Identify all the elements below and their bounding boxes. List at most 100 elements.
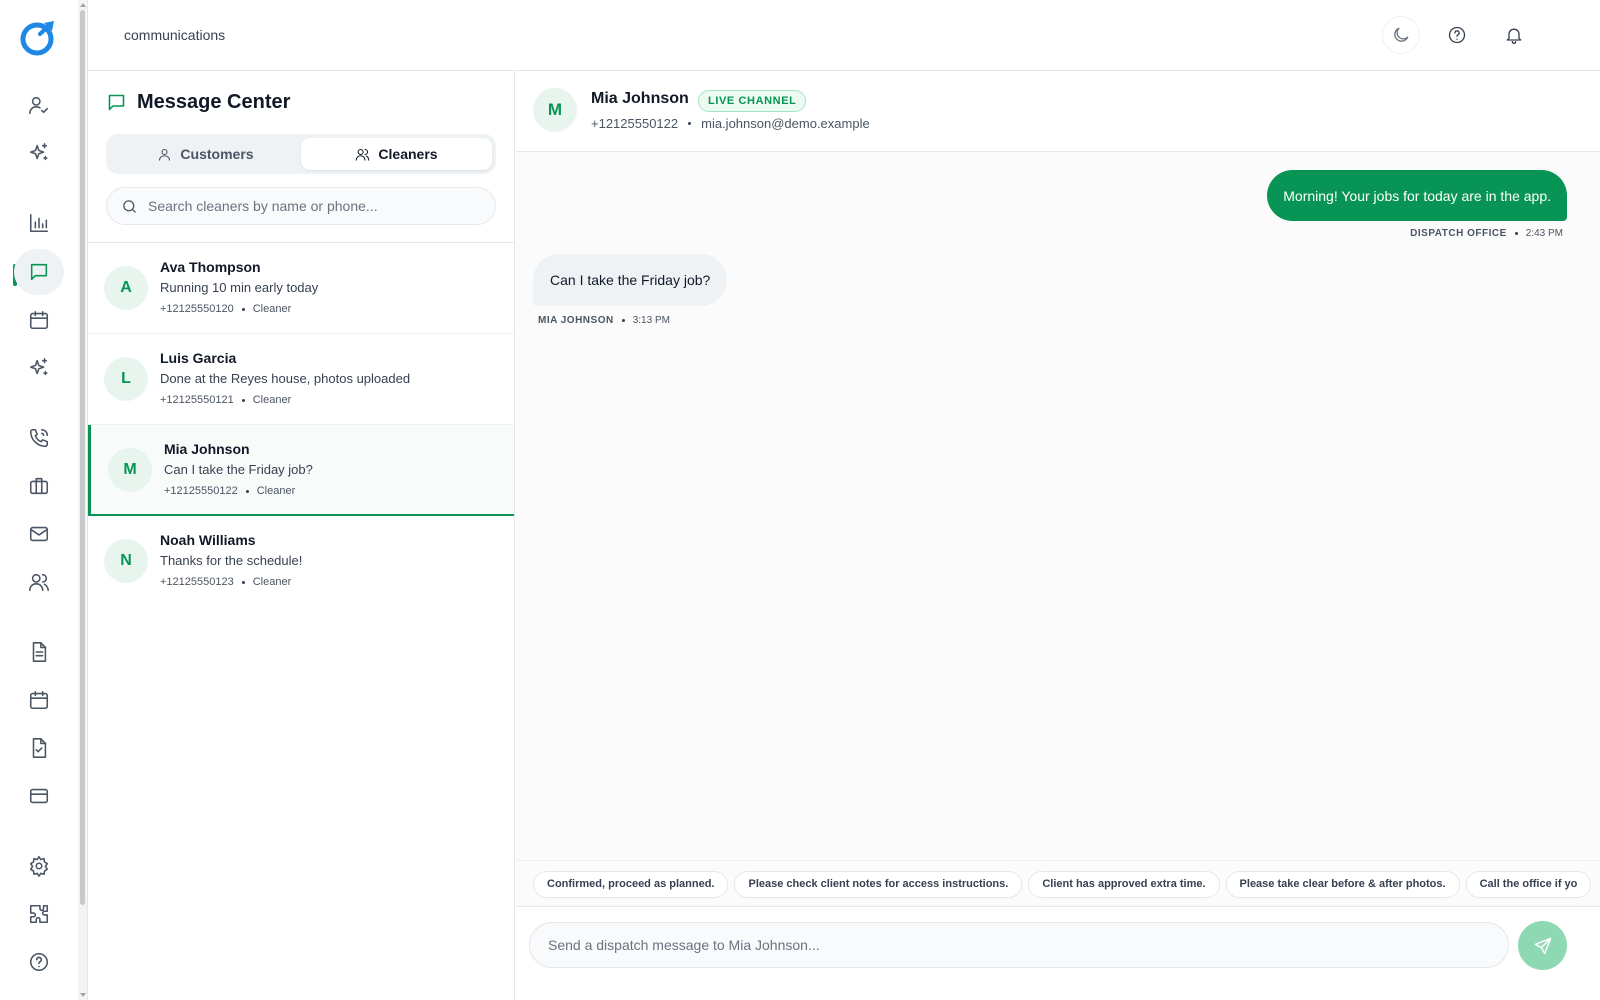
contact-last-message: Done at the Reyes house, photos uploaded	[160, 371, 411, 386]
help-button[interactable]	[1438, 16, 1476, 54]
credit-card-icon	[29, 788, 49, 804]
message-icon	[108, 94, 125, 111]
scrollbar-thumb[interactable]	[80, 10, 85, 905]
users-icon	[356, 148, 370, 161]
rail-checklists-button[interactable]	[14, 725, 64, 771]
rail-mail-button[interactable]	[14, 511, 64, 557]
scroll-up-arrow-icon[interactable]	[80, 3, 86, 7]
send-button[interactable]	[1518, 921, 1567, 970]
separator-dot	[688, 122, 692, 125]
quick-reply-chip[interactable]: Confirmed, proceed as planned.	[533, 871, 729, 898]
rail-schedule-button[interactable]	[14, 297, 64, 343]
clipboard-check-icon	[32, 738, 47, 758]
separator-dot	[241, 307, 245, 311]
sparkles-icon	[29, 143, 48, 161]
message-input[interactable]	[529, 922, 1509, 968]
contact-phone: +12125550122	[164, 485, 238, 497]
contact-name: Noah Williams	[160, 532, 256, 548]
separator-dot	[245, 489, 249, 493]
contact-last-message: Thanks for the schedule!	[160, 553, 303, 568]
rail-scrollbar[interactable]	[78, 0, 88, 1000]
rail-help-button[interactable]	[14, 939, 64, 985]
moon-icon	[1394, 27, 1409, 42]
app-logo-icon[interactable]	[18, 18, 58, 58]
quick-replies: Confirmed, proceed as planned. Please che…	[516, 860, 1600, 906]
chat-header: M Mia Johnson LIVE CHANNEL +12125550122 …	[516, 71, 1600, 152]
contact-role: Cleaner	[252, 394, 292, 406]
contact-row-selected[interactable]: M Mia Johnson Can I take the Friday job?…	[88, 425, 514, 516]
search-input[interactable]	[148, 198, 488, 214]
contact-row[interactable]: L Luis Garcia Done at the Reyes house, p…	[88, 334, 514, 425]
chat-contact-details: +12125550122 mia.johnson@demo.example	[591, 116, 870, 131]
rail-calls-button[interactable]	[14, 415, 64, 461]
rail-jobs-button[interactable]	[14, 463, 64, 509]
top-bar: communications	[88, 0, 1600, 71]
puzzle-icon	[29, 904, 49, 924]
separator-dot	[621, 319, 625, 322]
briefcase-icon	[29, 477, 49, 495]
quick-reply-chip[interactable]: Please check client notes for access ins…	[734, 871, 1023, 898]
message-sender: DISPATCH OFFICE	[1410, 228, 1507, 239]
message-time: 3:13 PM	[632, 315, 670, 326]
icon-rail	[0, 0, 78, 1000]
avatar: M	[533, 88, 577, 132]
calendar-icon	[29, 690, 49, 710]
message-composer	[516, 906, 1600, 1000]
contact-last-message: Running 10 min early today	[160, 280, 319, 295]
contact-name: Mia Johnson	[164, 441, 250, 457]
gear-icon	[29, 856, 49, 877]
rail-team-button[interactable]	[14, 559, 64, 605]
rail-ai-button[interactable]	[14, 130, 64, 176]
rail-integrations-button[interactable]	[14, 891, 64, 937]
avatar: A	[104, 266, 148, 310]
contact-row[interactable]: A Ava Thompson Running 10 min early toda…	[88, 243, 514, 334]
outgoing-message-bubble: Morning! Your jobs for today are in the …	[1267, 170, 1567, 221]
rail-customers-button[interactable]	[14, 82, 64, 128]
chat-contact-phone: +12125550122	[591, 116, 679, 131]
contact-meta: +12125550122 Cleaner	[164, 485, 295, 497]
contact-row[interactable]: N Noah Williams Thanks for the schedule!…	[88, 516, 514, 607]
contact-list: A Ava Thompson Running 10 min early toda…	[88, 242, 514, 607]
live-channel-badge: LIVE CHANNEL	[698, 90, 807, 112]
message-time: 2:43 PM	[1525, 228, 1563, 239]
message-sender: MIA JOHNSON	[538, 315, 614, 326]
search-box	[106, 187, 496, 225]
quick-reply-chip[interactable]: Please take clear before & after photos.	[1225, 871, 1460, 898]
avatar: N	[104, 539, 148, 583]
chat-contact-name: Mia Johnson	[591, 90, 689, 107]
chat-area: M Mia Johnson LIVE CHANNEL +12125550122 …	[516, 71, 1600, 1000]
quick-reply-chip[interactable]: Call the office if yo	[1465, 871, 1592, 898]
rail-settings-button[interactable]	[14, 843, 64, 889]
tab-label: Customers	[180, 146, 254, 162]
notifications-button[interactable]	[1495, 16, 1533, 54]
mail-icon	[29, 526, 49, 542]
scroll-down-arrow-icon[interactable]	[80, 993, 86, 997]
rail-billing-button[interactable]	[14, 773, 64, 819]
theme-toggle-button[interactable]	[1382, 16, 1420, 54]
user-icon	[159, 148, 171, 161]
quick-reply-chip[interactable]: Client has approved extra time.	[1028, 871, 1220, 898]
contact-phone: +12125550123	[160, 576, 234, 588]
document-icon	[32, 642, 47, 662]
bell-icon	[1506, 28, 1522, 44]
rail-messages-button[interactable]	[14, 249, 64, 295]
phone-icon	[29, 428, 49, 448]
panel-header: Message Center	[106, 91, 290, 114]
rail-calendar-button[interactable]	[14, 677, 64, 723]
separator-dot	[1514, 232, 1518, 235]
help-icon	[1448, 26, 1466, 44]
avatar: L	[104, 357, 148, 401]
rail-reports-button[interactable]	[14, 200, 64, 246]
rail-documents-button[interactable]	[14, 629, 64, 675]
contact-last-message: Can I take the Friday job?	[164, 462, 313, 477]
tab-customers[interactable]: Customers	[110, 138, 301, 170]
tab-cleaners[interactable]: Cleaners	[301, 138, 492, 170]
chat-contact-email: mia.johnson@demo.example	[701, 116, 870, 131]
rail-automation-button[interactable]	[14, 345, 64, 391]
message-icon	[30, 263, 48, 281]
calendar-icon	[29, 310, 49, 330]
contact-role: Cleaner	[252, 303, 292, 315]
tab-label: Cleaners	[378, 146, 438, 162]
contact-meta: +12125550120 Cleaner	[160, 303, 291, 315]
separator-dot	[241, 580, 245, 584]
